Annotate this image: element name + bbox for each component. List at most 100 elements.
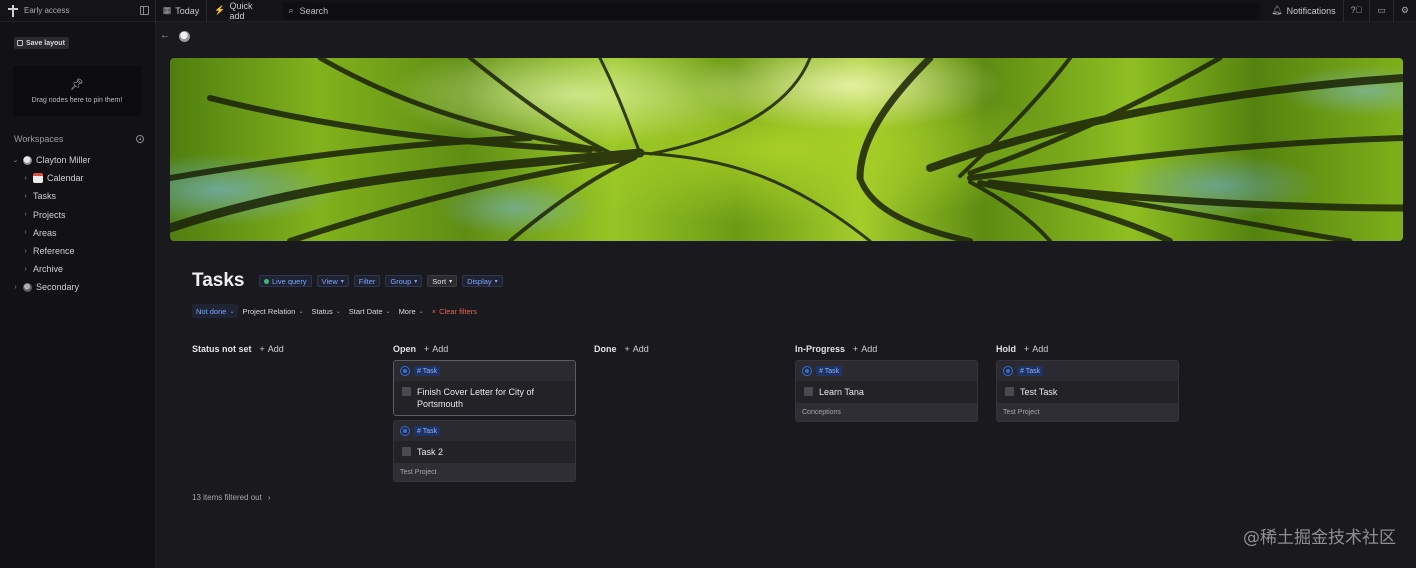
chevron-down-icon[interactable]: ⌄ [12, 156, 19, 164]
filter-label: Clear filters [439, 306, 478, 316]
today-button[interactable]: ▦ Today [156, 0, 207, 22]
board-column-open: Open + Add # Task Finish Cover Letter fo… [393, 342, 576, 482]
task-checkbox[interactable] [804, 387, 813, 396]
add-label: Add [861, 344, 878, 354]
chevron-down-icon: ▾ [449, 278, 453, 285]
sidebar-item-reference[interactable]: › Reference [12, 242, 152, 260]
live-query-chip[interactable]: Live query [259, 275, 312, 287]
column-title: In-Progress [795, 344, 846, 354]
add-label: Add [1032, 344, 1049, 354]
tree-branches-graphic [170, 58, 1403, 241]
card-title[interactable]: Finish Cover Letter for City of Portsmou… [417, 386, 567, 410]
add-workspace-icon[interactable] [136, 135, 144, 143]
chevron-right-icon[interactable]: › [22, 175, 29, 182]
sort-dropdown[interactable]: Sort ▾ [427, 275, 458, 287]
task-tag[interactable]: # Task [414, 426, 441, 436]
sidebar-item-tasks[interactable]: › Tasks [12, 187, 152, 205]
sidebar-item-calendar[interactable]: › Calendar [12, 169, 152, 187]
sidebar-item-projects[interactable]: › Projects [12, 206, 152, 224]
filter-label: Start Date [348, 306, 383, 316]
sidebar-item-secondary[interactable]: › Secondary [12, 278, 152, 296]
task-card[interactable]: # Task Test Task Test Project [996, 360, 1179, 422]
view-dropdown[interactable]: View ▾ [316, 275, 349, 287]
node-bullet-icon[interactable] [400, 426, 410, 436]
back-arrow-icon[interactable]: ← [160, 30, 170, 41]
notifications-button[interactable]: 🔔︎ Notifications [1264, 0, 1342, 22]
sidebar-item-label: Clayton Miller [36, 155, 91, 166]
add-card-button[interactable]: + Add [853, 344, 877, 354]
filter-start-date[interactable]: Start Date ⌄ [345, 304, 395, 318]
node-bullet-icon[interactable] [1003, 366, 1013, 376]
watermark: @稀土掘金技术社区 [1243, 528, 1396, 548]
page-title: Tasks [192, 270, 245, 291]
task-tag[interactable]: # Task [1017, 366, 1044, 376]
quick-add-button[interactable]: ⚡ Quick add [207, 0, 276, 22]
filtered-out-link[interactable]: 13 items filtered out › [192, 493, 270, 502]
node-bullet-icon[interactable] [400, 366, 410, 376]
task-checkbox[interactable] [402, 447, 411, 456]
card-project[interactable]: Test Project [997, 403, 1178, 421]
task-card[interactable]: # Task Finish Cover Letter for City of P… [393, 360, 576, 416]
task-checkbox[interactable] [402, 387, 411, 396]
add-card-button[interactable]: + Add [260, 344, 284, 354]
search-input[interactable]: ⌕ Search [282, 1, 1261, 20]
chevron-right-icon[interactable]: › [22, 248, 29, 255]
card-body[interactable]: Learn Tana [796, 381, 977, 403]
card-body[interactable]: Task 2 [394, 441, 575, 463]
column-title: Open [393, 344, 417, 354]
sidebar-toggle-icon[interactable] [139, 6, 149, 15]
board-column-in-progress: In-Progress + Add # Task Learn Tana Conc… [795, 342, 978, 422]
sidebar-item-clayton-miller[interactable]: ⌄ Clayton Miller [12, 151, 152, 169]
brand-label: Early access [24, 6, 70, 15]
chip-label: Sort [432, 276, 447, 286]
panel-button[interactable]: ▭ [1370, 0, 1393, 22]
node-bullet-icon[interactable] [802, 366, 812, 376]
card-title[interactable]: Test Task [1020, 386, 1057, 398]
filter-not-done[interactable]: Not done ⌄ [192, 304, 239, 318]
card-project[interactable]: Test Project [394, 463, 575, 481]
filter-status[interactable]: Status ⌄ [307, 304, 344, 318]
gear-icon: ⚙ [1400, 5, 1409, 15]
plus-icon: + [853, 344, 859, 354]
filter-project-relation[interactable]: Project Relation ⌄ [238, 304, 307, 318]
chevron-right-icon[interactable]: › [22, 193, 29, 200]
task-card[interactable]: # Task Task 2 Test Project [393, 420, 576, 482]
chevron-right-icon[interactable]: › [22, 229, 29, 236]
sidebar-item-areas[interactable]: › Areas [12, 224, 152, 242]
add-card-button[interactable]: + Add [625, 344, 649, 354]
group-dropdown[interactable]: Group ▾ [385, 275, 423, 287]
column-header: In-Progress + Add [795, 342, 978, 356]
chevron-right-icon[interactable]: › [12, 284, 19, 291]
card-title[interactable]: Task 2 [417, 446, 443, 458]
add-card-button[interactable]: + Add [1024, 344, 1048, 354]
pin-icon: 📌︎ [70, 79, 84, 91]
save-layout-button[interactable]: Save layout [14, 37, 69, 49]
help-button[interactable]: ?⃝ [1344, 0, 1370, 22]
card-project[interactable]: Conceptions [796, 403, 977, 421]
add-card-button[interactable]: + Add [424, 344, 448, 354]
board-column-status-not-set: Status not set + Add [192, 342, 375, 356]
clear-filters-button[interactable]: × Clear filters [428, 304, 481, 318]
card-title[interactable]: Learn Tana [819, 386, 864, 398]
sidebar-item-label: Secondary [36, 282, 80, 293]
display-dropdown[interactable]: Display ▾ [462, 275, 503, 287]
card-body[interactable]: Test Task [997, 381, 1178, 403]
chevron-right-icon[interactable]: › [22, 211, 29, 218]
settings-button[interactable]: ⚙ [1394, 0, 1416, 22]
task-tag[interactable]: # Task [816, 366, 843, 376]
sidebar-item-archive[interactable]: › Archive [12, 260, 152, 278]
breadcrumb-avatar[interactable] [179, 31, 190, 42]
filter-more[interactable]: More ⌄ [395, 304, 428, 318]
pin-drop-zone[interactable]: 📌︎ Drag nodes here to pin them! [13, 66, 141, 116]
chevron-down-icon: ⌄ [385, 308, 391, 315]
save-icon [17, 40, 23, 46]
task-tag[interactable]: # Task [414, 366, 441, 376]
task-checkbox[interactable] [1005, 387, 1014, 396]
card-body[interactable]: Finish Cover Letter for City of Portsmou… [394, 381, 575, 415]
chevron-right-icon[interactable]: › [22, 266, 29, 273]
sidebar-item-label: Reference [33, 246, 75, 257]
today-label: Today [175, 5, 200, 16]
quick-add-label: Quick add [229, 0, 253, 21]
task-card[interactable]: # Task Learn Tana Conceptions [795, 360, 978, 422]
filter-button[interactable]: Filter [353, 275, 381, 287]
